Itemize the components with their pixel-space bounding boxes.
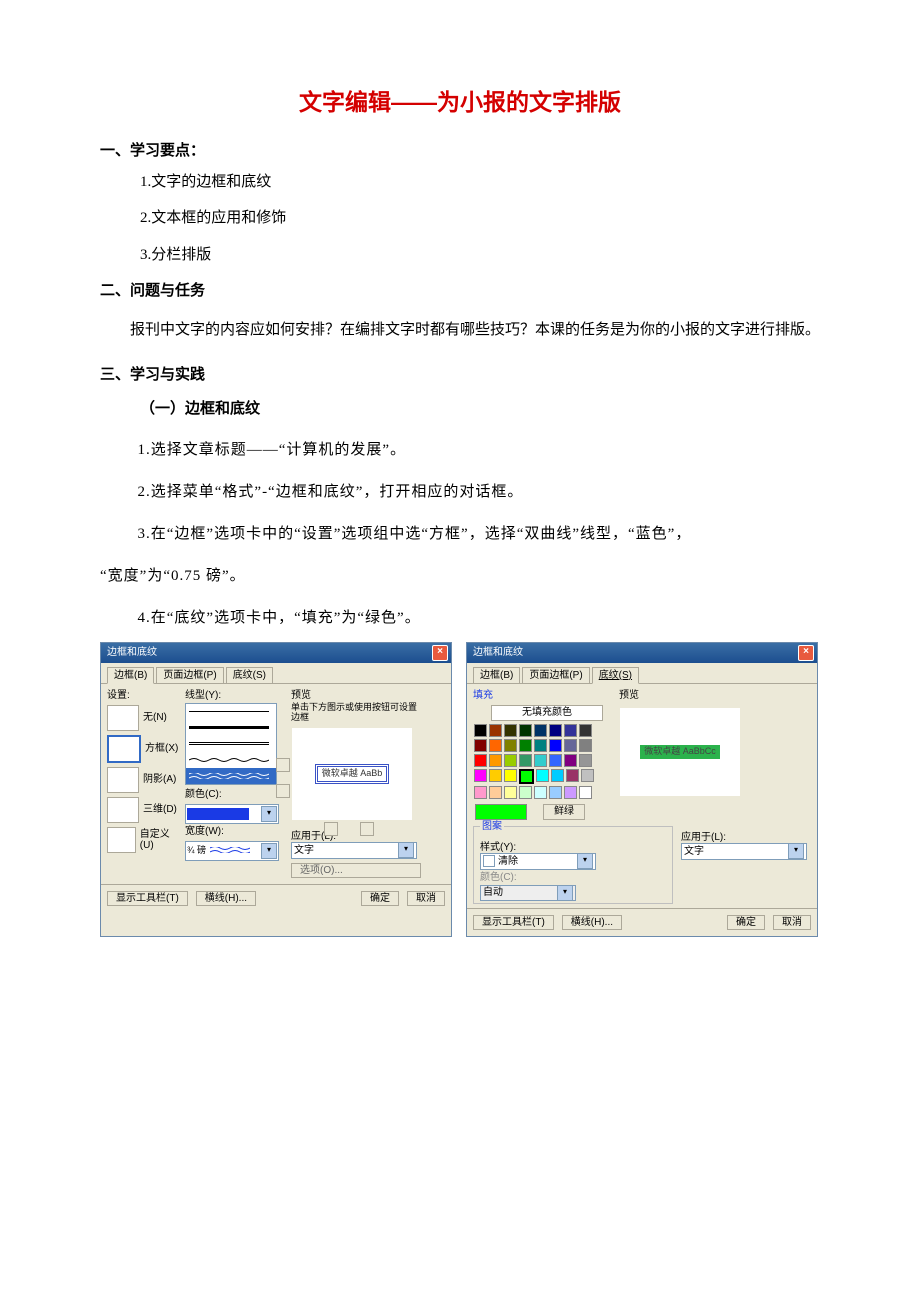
chevron-down-icon[interactable]: ▾ — [577, 853, 593, 869]
close-icon[interactable]: × — [798, 645, 814, 661]
preview-area-border: 微软卓越 AaBb — [291, 727, 413, 821]
apply-value: 文字 — [294, 845, 314, 856]
close-icon[interactable]: × — [432, 645, 448, 661]
style-list[interactable] — [185, 703, 277, 785]
edge-top-icon[interactable] — [276, 758, 290, 772]
apply-combo[interactable]: 文字 ▾ — [291, 842, 417, 859]
tabs-border: 边框(B) 页面边框(P) 底纹(S) — [101, 663, 451, 684]
apply-value-s: 文字 — [684, 846, 704, 857]
cancel-button[interactable]: 取消 — [407, 891, 445, 906]
tab-page-border[interactable]: 页面边框(P) — [522, 667, 589, 683]
tab-border[interactable]: 边框(B) — [473, 667, 520, 683]
tab-border[interactable]: 边框(B) — [107, 667, 154, 684]
style-label: 线型(Y): — [185, 690, 285, 701]
dialog-row: 边框和底纹 × 边框(B) 页面边框(P) 底纹(S) 设置: 无(N) 方框(… — [100, 642, 820, 937]
section2-body: 报刊中文字的内容应如何安排？在编排文字时都有哪些技巧？本课的任务是为你的小报的文… — [100, 314, 820, 347]
width-value: ¾ 磅 — [187, 846, 206, 856]
chevron-down-icon[interactable]: ▾ — [788, 843, 804, 859]
color-grid[interactable] — [473, 723, 603, 800]
ok-button[interactable]: 确定 — [361, 891, 399, 906]
preview-label-s: 预览 — [619, 690, 749, 701]
titlebar-text: 边框和底纹 — [473, 647, 523, 658]
document-title: 文字编辑——为小报的文字排版 — [100, 90, 820, 115]
tab-shading[interactable]: 底纹(S) — [592, 667, 639, 684]
width-combo[interactable]: ¾ 磅 ▾ — [185, 841, 279, 861]
pattern-auto: 自动 — [483, 887, 503, 898]
preview-area-shading: 微软卓越 AaBbCc — [619, 707, 741, 797]
section1-head: 一、学习要点： — [100, 143, 820, 160]
step-2: 2.选择菜单“格式”-“边框和底纹”，打开相应的对话框。 — [100, 474, 820, 510]
chevron-down-icon[interactable]: ▾ — [261, 843, 277, 859]
preview-note: 单击下方图示或使用按钮可设置边框 — [291, 703, 421, 723]
titlebar-text: 边框和底纹 — [107, 647, 157, 658]
fill-label: 填充 — [473, 690, 613, 701]
step-4: 4.在“底纹”选项卡中，“填充”为“绿色”。 — [100, 600, 820, 636]
point-1: 1.文字的边框和底纹 — [140, 174, 820, 191]
setting-3d[interactable] — [107, 797, 139, 823]
setting-custom-label: 自定义(U) — [140, 829, 179, 851]
color-combo[interactable]: ▾ — [185, 804, 279, 824]
pattern-style-combo[interactable]: 清除 ▾ — [480, 853, 596, 870]
section3-head: 三、学习与实践 — [100, 367, 820, 384]
preview-label: 预览 — [291, 690, 421, 701]
hline-button[interactable]: 横线(H)... — [196, 891, 256, 906]
edge-left-icon[interactable] — [324, 822, 338, 836]
no-fill-button[interactable]: 无填充颜色 — [491, 705, 603, 721]
border-dialog: 边框和底纹 × 边框(B) 页面边框(P) 底纹(S) 设置: 无(N) 方框(… — [100, 642, 452, 937]
pattern-group-label: 图案 — [480, 821, 504, 832]
setting-shadow-label: 阴影(A) — [143, 774, 176, 785]
titlebar-border[interactable]: 边框和底纹 × — [101, 643, 451, 663]
hline-button[interactable]: 横线(H)... — [562, 915, 622, 930]
subsection-1: （一）边框和底纹 — [140, 401, 820, 418]
chevron-down-icon[interactable]: ▾ — [261, 806, 277, 822]
show-toolbar-button[interactable]: 显示工具栏(T) — [107, 891, 188, 906]
pattern-clear: 清除 — [498, 856, 518, 867]
point-3: 3.分栏排版 — [140, 247, 820, 264]
apply-label-s: 应用于(L): — [681, 832, 811, 843]
color-label: 颜色(C): — [185, 789, 285, 800]
step-3a: 3.在“边框”选项卡中的“设置”选项组中选“方框”，选择“双曲线”线型，“蓝色”… — [100, 516, 820, 552]
edge-right-icon[interactable] — [360, 822, 374, 836]
setting-3d-label: 三维(D) — [143, 804, 177, 815]
setting-box[interactable] — [107, 735, 141, 763]
setting-none[interactable] — [107, 705, 139, 731]
setting-box-label: 方框(X) — [145, 743, 178, 754]
pattern-color-label: 颜色(C): — [480, 872, 666, 883]
point-2: 2.文本框的应用和修饰 — [140, 210, 820, 227]
color-name-button[interactable]: 鲜绿 — [543, 804, 585, 820]
tab-shading-label: 底纹(S) — [599, 670, 632, 681]
tabs-shading: 边框(B) 页面边框(P) 底纹(S) — [467, 663, 817, 684]
edge-bottom-icon[interactable] — [276, 784, 290, 798]
setting-shadow[interactable] — [107, 767, 139, 793]
chevron-down-icon: ▾ — [557, 885, 573, 901]
chevron-down-icon[interactable]: ▾ — [398, 842, 414, 858]
ok-button[interactable]: 确定 — [727, 915, 765, 930]
apply-combo-s[interactable]: 文字 ▾ — [681, 843, 807, 860]
pattern-color-combo: 自动 ▾ — [480, 885, 576, 901]
options-button: 选项(O)... — [291, 863, 421, 878]
preview-text-border: 微软卓越 AaBb — [315, 764, 390, 784]
shading-dialog: 边框和底纹 × 边框(B) 页面边框(P) 底纹(S) 填充 无填充颜色 鲜绿 — [466, 642, 818, 937]
show-toolbar-button[interactable]: 显示工具栏(T) — [473, 915, 554, 930]
width-label: 宽度(W): — [185, 826, 285, 837]
cancel-button[interactable]: 取消 — [773, 915, 811, 930]
step-3b: “宽度”为“0.75 磅”。 — [100, 558, 820, 594]
step-1: 1.选择文章标题——“计算机的发展”。 — [100, 432, 820, 468]
setting-none-label: 无(N) — [143, 712, 167, 723]
pattern-style-label: 样式(Y): — [480, 842, 666, 853]
tab-page-border[interactable]: 页面边框(P) — [156, 667, 223, 683]
titlebar-shading[interactable]: 边框和底纹 × — [467, 643, 817, 663]
tab-shading[interactable]: 底纹(S) — [226, 667, 273, 683]
section2-head: 二、问题与任务 — [100, 283, 820, 300]
preview-text-shading: 微软卓越 AaBbCc — [640, 745, 720, 759]
setting-label: 设置: — [107, 690, 179, 701]
setting-custom[interactable] — [107, 827, 136, 853]
